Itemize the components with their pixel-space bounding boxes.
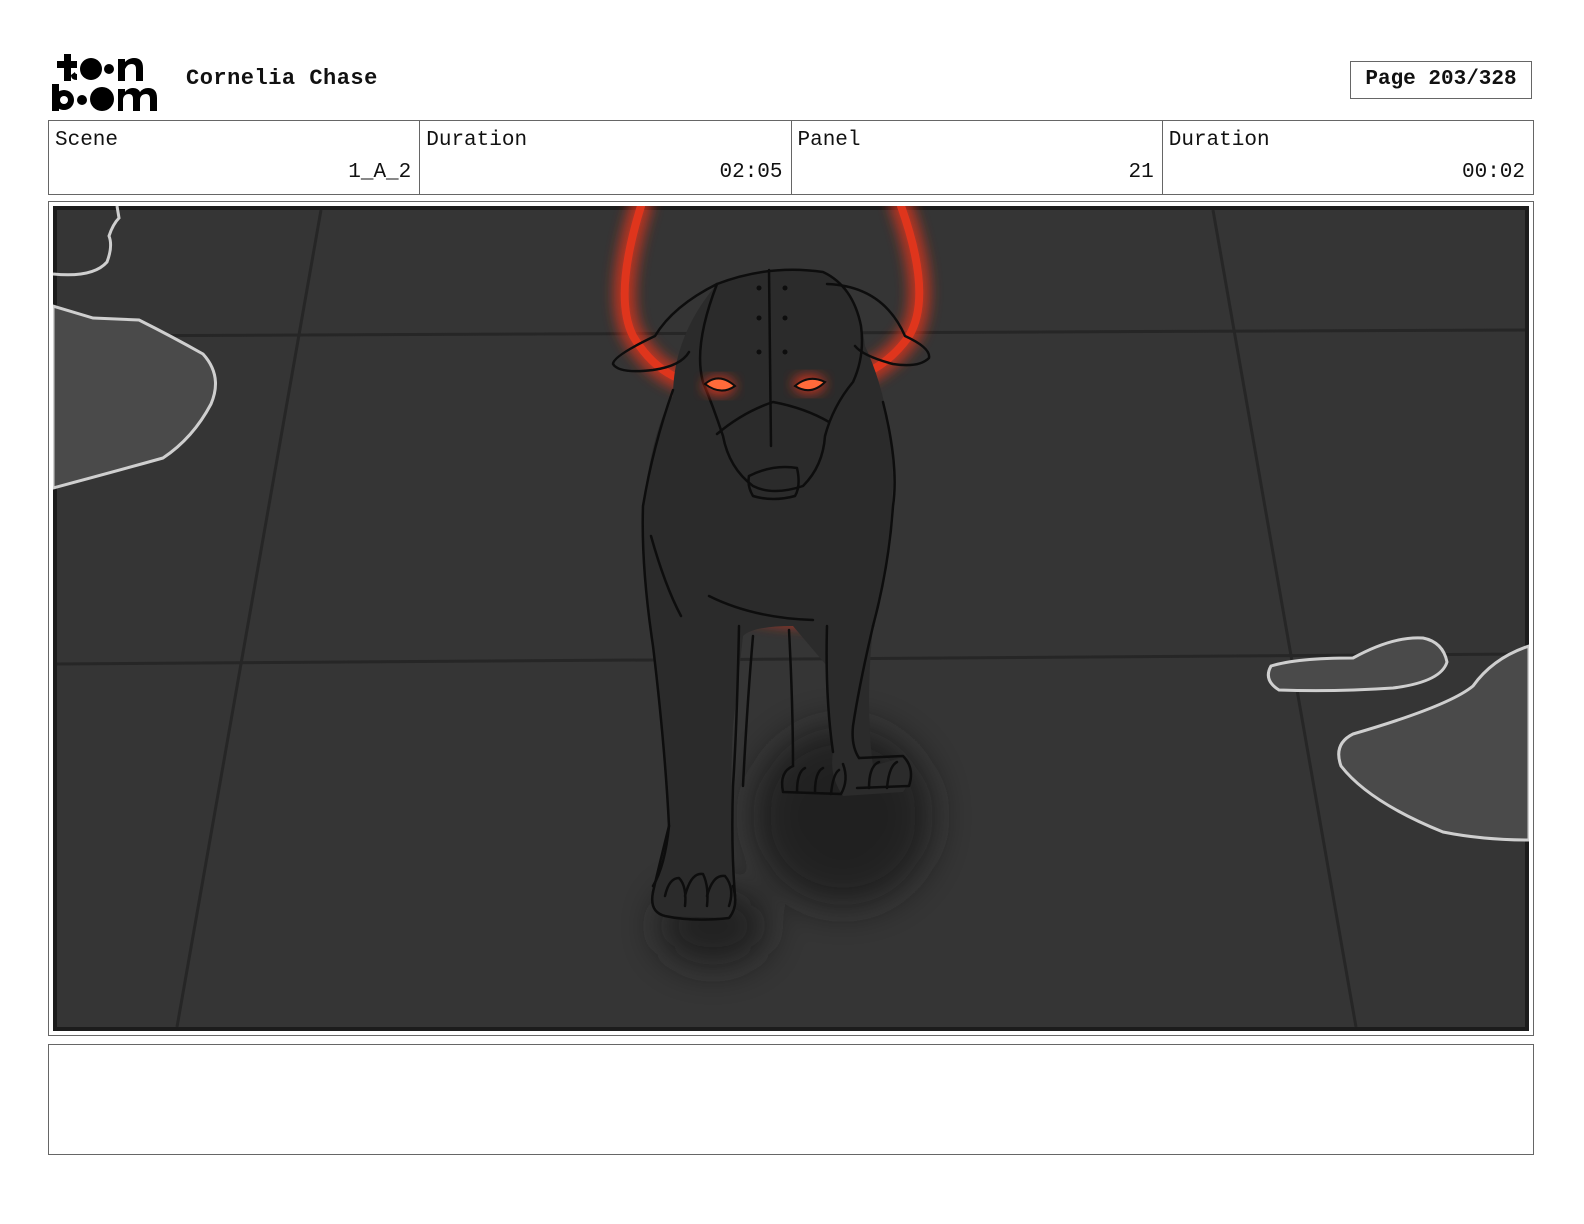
panel-duration-cell: Duration 00:02 [1163,121,1533,194]
scene-cell: Scene 1_A_2 [49,121,421,194]
project-title: Cornelia Chase [186,66,378,91]
storyboard-panel [48,201,1534,1036]
scene-value: 1_A_2 [348,161,412,184]
panel-drawing [53,206,1529,1031]
panel-duration-value: 00:02 [1461,161,1525,184]
panel-value: 21 [1128,161,1154,184]
scene-duration-cell: Duration 02:05 [420,121,792,194]
page-number: Page 203/328 [1350,61,1532,99]
scene-duration-value: 02:05 [719,161,783,184]
panel-cell: Panel 21 [792,121,1163,194]
scene-label: Scene [55,129,119,152]
panel-label: Panel [797,129,861,152]
panel-notes-box [48,1044,1534,1155]
panel-info-row: Scene 1_A_2 Duration 02:05 Panel 21 Dura… [48,120,1534,195]
panel-duration-label: Duration [1168,129,1270,152]
toon-boom-logo [52,54,157,111]
scene-duration-label: Duration [426,129,528,152]
